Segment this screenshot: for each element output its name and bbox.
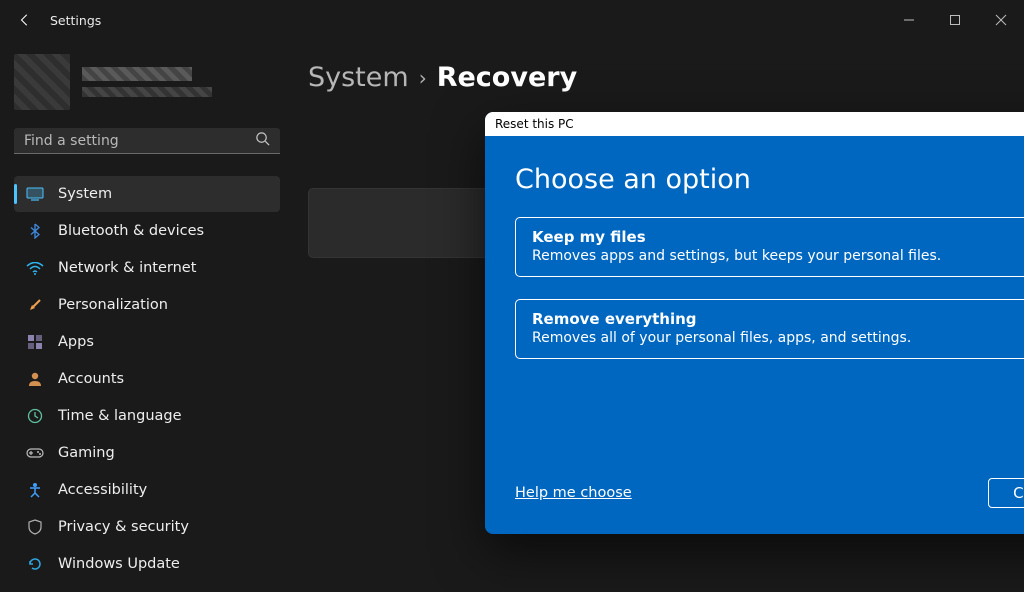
bluetooth-icon [26, 222, 44, 240]
titlebar: Settings [0, 0, 1024, 40]
close-button[interactable] [978, 0, 1024, 40]
apps-icon [26, 333, 44, 351]
dialog-heading: Choose an option [515, 164, 1024, 195]
profile-name-redacted [82, 67, 192, 81]
dialog-overlay: Reset this PC Choose an option Keep my f… [290, 40, 1024, 592]
profile-text [82, 67, 212, 97]
sidebar-item-apps[interactable]: Apps [14, 324, 280, 360]
minimize-button[interactable] [886, 0, 932, 40]
avatar [14, 54, 70, 110]
search-input[interactable] [24, 133, 255, 149]
profile-block[interactable] [14, 54, 280, 110]
shield-icon [26, 518, 44, 536]
sidebar: System Bluetooth & devices Network & int… [0, 40, 290, 592]
sidebar-item-label: Accounts [58, 371, 124, 387]
option-keep-my-files[interactable]: Keep my files Removes apps and settings,… [515, 217, 1024, 277]
sidebar-item-label: Personalization [58, 297, 168, 313]
sidebar-item-personalization[interactable]: Personalization [14, 287, 280, 323]
search-box[interactable] [14, 128, 280, 154]
window-controls [886, 0, 1024, 40]
sidebar-item-label: Bluetooth & devices [58, 223, 204, 239]
window-title: Settings [50, 13, 101, 28]
sidebar-item-label: Privacy & security [58, 519, 189, 535]
cancel-button[interactable]: Cancel [988, 478, 1024, 508]
sidebar-item-network[interactable]: Network & internet [14, 250, 280, 286]
update-icon [26, 555, 44, 573]
sidebar-item-label: Accessibility [58, 482, 147, 498]
sidebar-item-privacy-security[interactable]: Privacy & security [14, 509, 280, 545]
option-title: Keep my files [532, 228, 1024, 246]
system-icon [26, 185, 44, 203]
sidebar-item-system[interactable]: System [14, 176, 280, 212]
option-title: Remove everything [532, 310, 1024, 328]
wifi-icon [26, 259, 44, 277]
sidebar-item-label: Apps [58, 334, 94, 350]
sidebar-item-label: System [58, 186, 112, 202]
sidebar-item-time-language[interactable]: Time & language [14, 398, 280, 434]
sidebar-item-gaming[interactable]: Gaming [14, 435, 280, 471]
back-button[interactable] [14, 9, 36, 31]
option-remove-everything[interactable]: Remove everything Removes all of your pe… [515, 299, 1024, 359]
profile-email-redacted [82, 87, 212, 97]
reset-pc-dialog: Reset this PC Choose an option Keep my f… [485, 112, 1024, 534]
accessibility-icon [26, 481, 44, 499]
sidebar-item-accessibility[interactable]: Accessibility [14, 472, 280, 508]
sidebar-item-accounts[interactable]: Accounts [14, 361, 280, 397]
paintbrush-icon [26, 296, 44, 314]
option-description: Removes all of your personal files, apps… [532, 330, 1024, 346]
sidebar-item-label: Network & internet [58, 260, 196, 276]
clock-icon [26, 407, 44, 425]
sidebar-item-label: Time & language [58, 408, 182, 424]
dialog-title: Reset this PC [485, 112, 1024, 136]
person-icon [26, 370, 44, 388]
dialog-body: Choose an option Keep my files Removes a… [485, 136, 1024, 534]
sidebar-item-bluetooth[interactable]: Bluetooth & devices [14, 213, 280, 249]
maximize-button[interactable] [932, 0, 978, 40]
content-area: System › Recovery p. › Reset PC Restart … [290, 40, 1024, 592]
sidebar-item-windows-update[interactable]: Windows Update [14, 546, 280, 582]
nav: System Bluetooth & devices Network & int… [14, 176, 280, 582]
search-icon [255, 131, 270, 150]
help-me-choose-link[interactable]: Help me choose [515, 485, 632, 501]
sidebar-item-label: Windows Update [58, 556, 180, 572]
option-description: Removes apps and settings, but keeps you… [532, 248, 1024, 264]
dialog-footer: Help me choose Cancel [515, 478, 1024, 514]
gamepad-icon [26, 444, 44, 462]
sidebar-item-label: Gaming [58, 445, 115, 461]
